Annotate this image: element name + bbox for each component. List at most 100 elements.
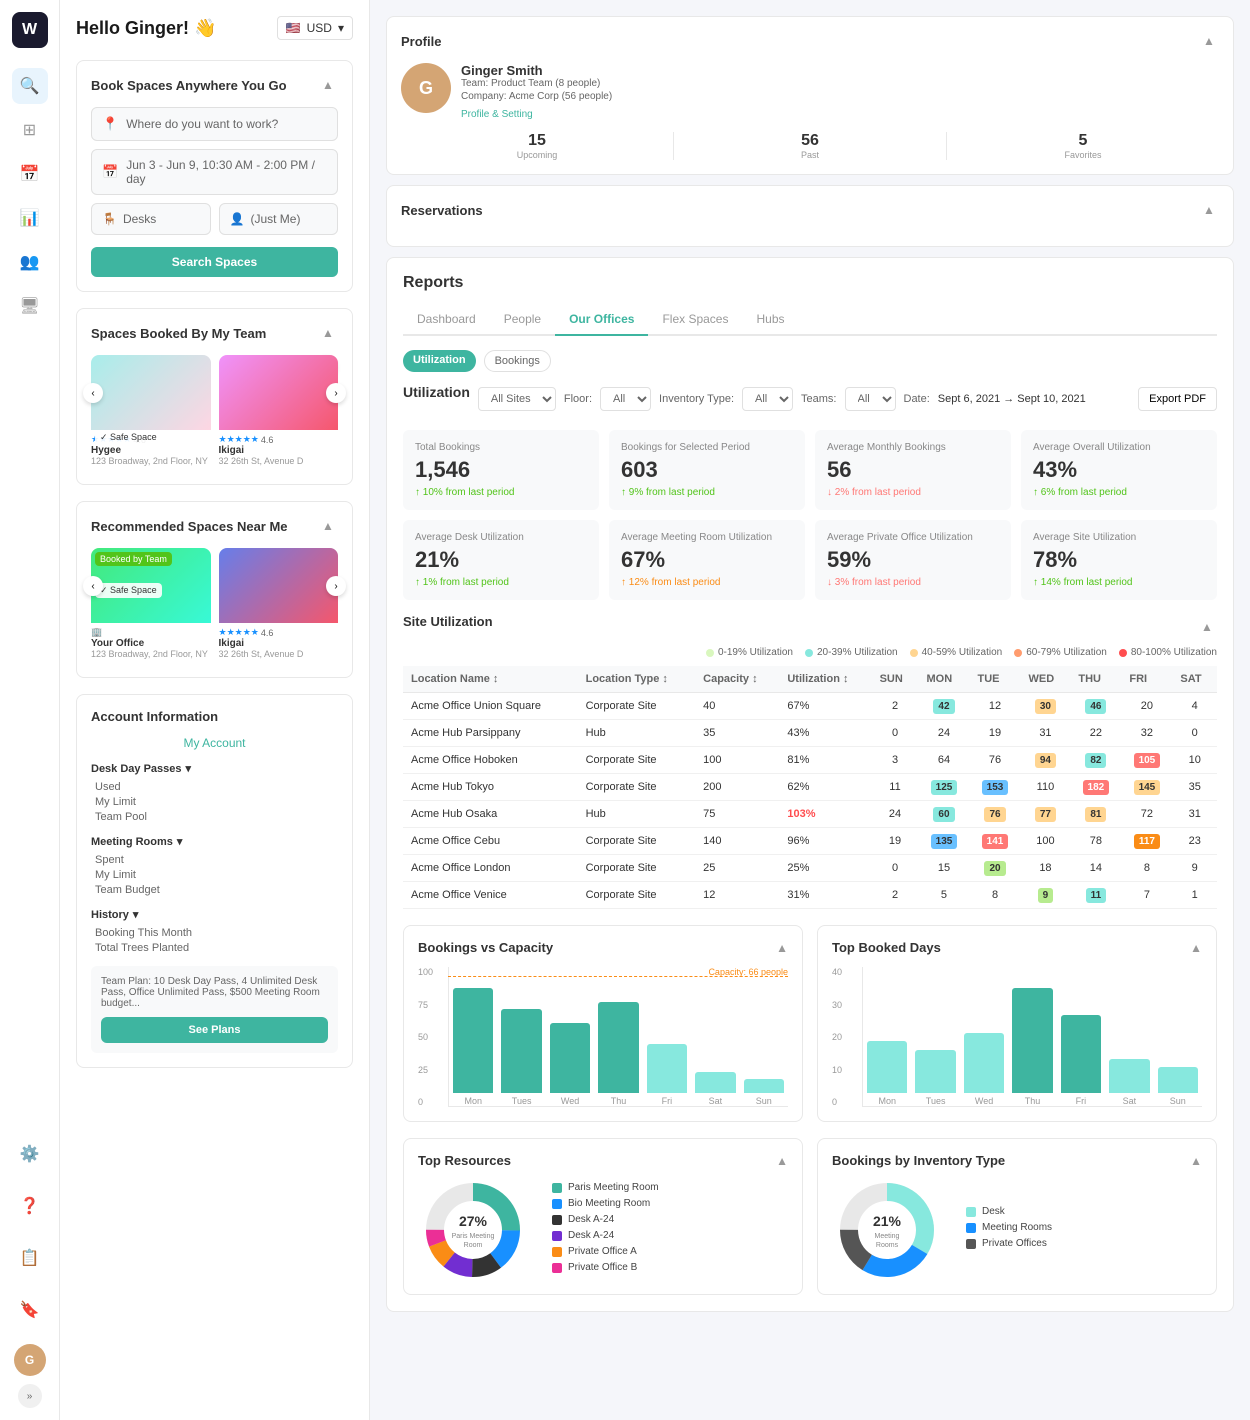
metric-value-6: 59% [827, 547, 999, 573]
book-spaces-collapse[interactable]: ▲ [318, 75, 338, 95]
recommended-spaces-section: Recommended Spaces Near Me ▲ ‹ Booked by… [76, 501, 353, 678]
sidebar-icon-extra2[interactable]: 🔖 [12, 1292, 48, 1328]
metric-label-5: Average Meeting Room Utilization [621, 532, 793, 543]
team-spaces-collapse[interactable]: ▲ [318, 323, 338, 343]
bar-group-fri: Fri [647, 1044, 687, 1106]
floor-select[interactable]: All [600, 387, 651, 411]
search-spaces-button[interactable]: Search Spaces [91, 247, 338, 277]
sidebar-icon-calendar[interactable]: 📅 [12, 156, 48, 192]
sidebar-expand-button[interactable]: » [18, 1384, 42, 1408]
see-plans-button[interactable]: See Plans [101, 1017, 328, 1043]
sidebar-icon-help[interactable]: ❓ [12, 1188, 48, 1224]
recommended-collapse[interactable]: ▲ [318, 516, 338, 536]
chart-collapse-2[interactable]: ▲ [1190, 941, 1202, 955]
history-title[interactable]: History ▾ [91, 908, 338, 921]
my-account-link[interactable]: My Account [91, 736, 338, 750]
bookings-inventory-legend: Desk Meeting Rooms Private Offices [966, 1206, 1202, 1254]
bar-group-tues: Tues [501, 1009, 541, 1106]
user-avatar-sidebar[interactable]: G [14, 1344, 46, 1376]
legend-80-100: 80-100% Utilization [1131, 647, 1217, 658]
reservations-collapse[interactable]: ▲ [1199, 200, 1219, 220]
all-sites-filter[interactable]: All Sites [478, 387, 556, 411]
tab-people[interactable]: People [490, 304, 555, 336]
rec-space-card-2[interactable]: ★★★★★4.6 Ikigai 32 26th St, Avenue D [219, 548, 339, 663]
profile-collapse[interactable]: ▲ [1199, 31, 1219, 51]
sub-tab-bookings[interactable]: Bookings [484, 350, 551, 372]
bar-mon [453, 988, 493, 1093]
inventory-label: Inventory Type: [659, 393, 734, 405]
bar-label-sun: Sun [756, 1096, 772, 1106]
team-space-card-1[interactable]: ✓ Safe Space ★★★★★4.6 Hygee 123 Broadway… [91, 355, 211, 470]
chart-collapse-4[interactable]: ▲ [1190, 1154, 1202, 1168]
svg-text:Meeting: Meeting [875, 1233, 900, 1240]
meeting-rooms-title[interactable]: Meeting Rooms ▾ [91, 835, 338, 848]
profile-avatar: G [401, 63, 451, 113]
date-label: Date: [904, 393, 930, 405]
tab-hubs[interactable]: Hubs [742, 304, 798, 336]
recommended-nav-left[interactable]: ‹ [83, 576, 103, 596]
metric-site-util: Average Site Utilization 78% ↑ 14% from … [1021, 520, 1217, 600]
sidebar-icon-search[interactable]: 🔍 [12, 68, 48, 104]
col-location: Location Name ↕ [403, 666, 578, 693]
metric-label-2: Average Monthly Bookings [827, 442, 999, 453]
sidebar-icon-screen[interactable]: 🖥 [12, 288, 48, 324]
spaces-nav-left[interactable]: ‹ [83, 383, 103, 403]
bar2-sat: Sat [1109, 1059, 1149, 1106]
sidebar-icon-people[interactable]: 👥 [12, 244, 48, 280]
legend-desk-a24-2: Desk A-24 [552, 1230, 788, 1241]
bar-label-sat: Sat [709, 1096, 723, 1106]
tab-flex-spaces[interactable]: Flex Spaces [648, 304, 742, 336]
teams-select[interactable]: All [845, 387, 896, 411]
guest-input[interactable]: 👤 (Just Me) [219, 203, 339, 235]
desk-passes-title[interactable]: Desk Day Passes ▾ [91, 762, 338, 775]
table-row: Acme Office Union Square Corporate Site … [403, 693, 1217, 720]
bar-sun [744, 1079, 784, 1093]
rec-space-card-1[interactable]: Booked by Team ✓ Safe Space 🏢 Your Offic… [91, 548, 211, 663]
meeting-rooms-spent: Spent [91, 854, 338, 866]
sidebar-icon-dashboard[interactable]: ⊞ [12, 112, 48, 148]
my-office-icon: 🏢 [91, 627, 102, 638]
export-pdf-button[interactable]: Export PDF [1138, 387, 1217, 411]
legend-40-59: 40-59% Utilization [922, 647, 1003, 658]
guest-placeholder: (Just Me) [250, 212, 300, 226]
tab-our-offices[interactable]: Our Offices [555, 304, 648, 336]
col-thu: THU [1070, 666, 1121, 693]
metric-change-6: ↓ 3% from last period [827, 577, 999, 588]
currency-selector[interactable]: 🇺🇸 USD ▾ [277, 16, 353, 40]
bar-wed [550, 1023, 590, 1093]
y-axis-labels-1: 1007550250 [418, 967, 433, 1107]
donut-container-1: 27% Paris Meeting Room [418, 1180, 538, 1280]
desk-passes-group: Desk Day Passes ▾ Used My Limit Team Poo… [91, 762, 338, 823]
team-space-card-2[interactable]: ★★★★★4.6 Ikigai 32 26th St, Avenue D [219, 355, 339, 470]
stat-favorites: 5 Favorites [947, 132, 1219, 160]
all-sites-select[interactable]: All Sites [478, 387, 556, 411]
space-type-input[interactable]: 🪑 Desks [91, 203, 211, 235]
bar-label-mon: Mon [464, 1096, 482, 1106]
top-resources-chart: Top Resources ▲ [403, 1138, 803, 1295]
recommended-nav-right[interactable]: › [326, 576, 346, 596]
bar2-wed-bar [964, 1033, 1004, 1093]
sidebar-icon-extra1[interactable]: 📋 [12, 1240, 48, 1276]
chart-collapse-1[interactable]: ▲ [776, 941, 788, 955]
profile-settings-link[interactable]: Profile & Setting [461, 109, 533, 120]
location-input-row[interactable]: 📍 Where do you want to work? [91, 107, 338, 141]
profile-name: Ginger Smith [461, 63, 612, 78]
legend-desk-a24-1-label: Desk A-24 [568, 1214, 614, 1225]
top-booked-days-chart: Top Booked Days ▲ 403020100 Mon [817, 925, 1217, 1122]
spaces-nav-right[interactable]: › [326, 383, 346, 403]
site-util-collapse[interactable]: ▲ [1197, 617, 1217, 637]
metric-value-2: 56 [827, 457, 999, 483]
sidebar-icon-reports[interactable]: 📊 [12, 200, 48, 236]
chart-collapse-3[interactable]: ▲ [776, 1154, 788, 1168]
date-input-row[interactable]: 📅 Jun 3 - Jun 9, 10:30 AM - 2:00 PM / da… [91, 149, 338, 195]
location-name-0: Acme Office Union Square [403, 693, 578, 720]
tab-dashboard[interactable]: Dashboard [403, 304, 490, 336]
date-value: Jun 3 - Jun 9, 10:30 AM - 2:00 PM / day [126, 158, 327, 186]
sidebar-icon-settings[interactable]: ⚙️ [12, 1136, 48, 1172]
legend-bio: Bio Meeting Room [552, 1198, 788, 1209]
sub-tab-utilization[interactable]: Utilization [403, 350, 476, 372]
inventory-select[interactable]: All [742, 387, 793, 411]
legend-desk-label: Desk [982, 1206, 1005, 1217]
bar-group-wed: Wed [550, 1023, 590, 1106]
bar2-thu: Thu [1012, 988, 1052, 1106]
